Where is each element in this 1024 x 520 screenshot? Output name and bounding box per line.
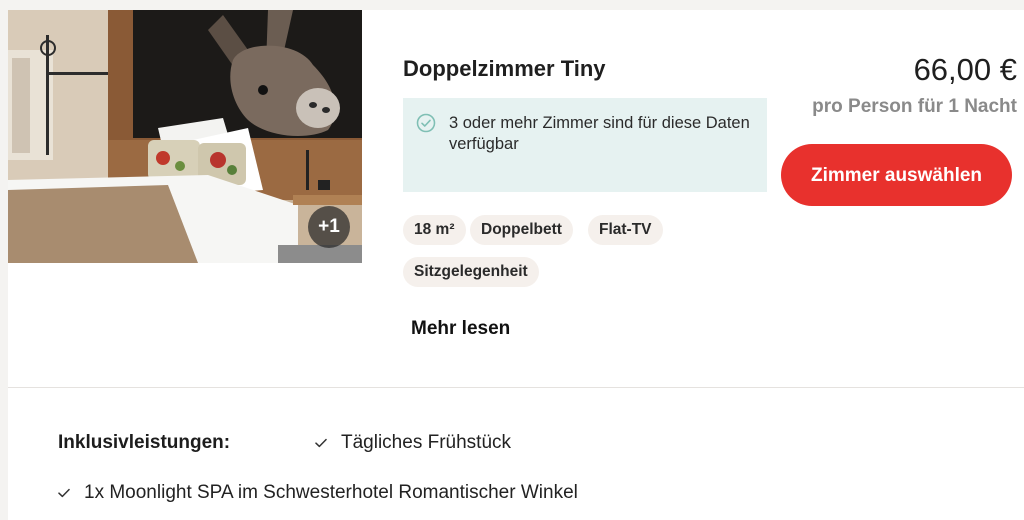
room-card: +1 Doppelzimmer Tiny 3 oder mehr Zimmer … xyxy=(8,10,1024,520)
check-circle-icon xyxy=(416,113,436,133)
photo-count-badge[interactable]: +1 xyxy=(308,206,350,248)
room-price: 66,00 € xyxy=(913,52,1017,87)
room-title: Doppelzimmer Tiny xyxy=(403,56,606,81)
tag-room-size: 18 m² xyxy=(403,215,466,245)
room-photo[interactable]: +1 xyxy=(8,10,362,263)
inclusion-item: 1x Moonlight SPA im Schwesterhotel Roman… xyxy=(58,482,578,504)
select-room-button[interactable]: Zimmer auswählen xyxy=(781,144,1012,206)
section-divider xyxy=(8,387,1024,388)
inclusion-item-label: 1x Moonlight SPA im Schwesterhotel Roman… xyxy=(84,482,578,503)
checkmark-icon xyxy=(58,488,70,498)
read-more-link[interactable]: Mehr lesen xyxy=(411,318,510,340)
tag-tv: Flat-TV xyxy=(588,215,663,245)
availability-text: 3 oder mehr Zimmer sind für diese Daten … xyxy=(449,114,750,153)
inclusion-item-label: Tägliches Frühstück xyxy=(341,432,512,453)
inclusions-label: Inklusivleistungen: xyxy=(58,432,231,453)
availability-notice: 3 oder mehr Zimmer sind für diese Daten … xyxy=(403,98,767,192)
checkmark-icon xyxy=(315,438,327,448)
tag-bed-type: Doppelbett xyxy=(470,215,573,245)
inclusion-item: Tägliches Frühstück xyxy=(315,432,511,454)
tag-seating: Sitzgelegenheit xyxy=(403,257,539,287)
price-note: pro Person für 1 Nacht xyxy=(812,96,1017,117)
